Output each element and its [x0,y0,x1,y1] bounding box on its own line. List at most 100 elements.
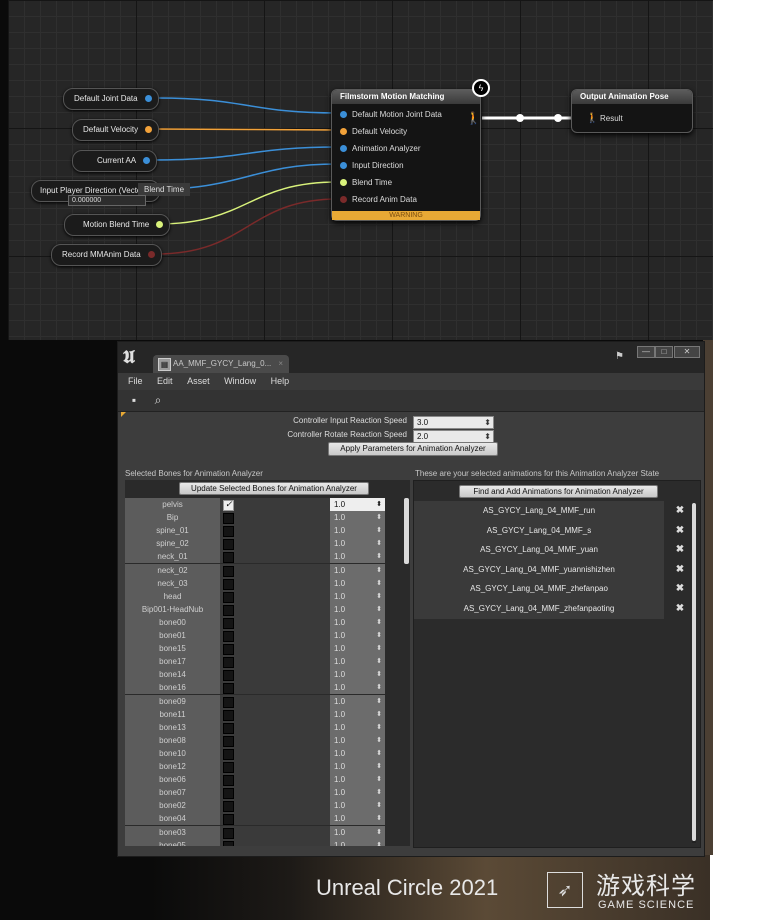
spinner-icon[interactable]: ⬍ [376,773,382,786]
pin-blend-time[interactable]: Blend Time [332,174,480,191]
bone-checkbox[interactable] [223,748,234,760]
output-pin[interactable] [144,95,152,102]
bone-weight-field[interactable]: 1.0 ⬍ [330,681,385,695]
remove-animation-icon[interactable]: ✖ [674,560,686,580]
remove-animation-icon[interactable]: ✖ [674,501,686,521]
bone-row[interactable]: neck_02 1.0 ⬍ [125,563,403,577]
menu-edit[interactable]: Edit [157,376,173,386]
bone-row[interactable]: bone09 1.0 ⬍ [125,694,403,708]
pin-result[interactable]: 🚶 Result [572,110,692,127]
bone-checkbox[interactable] [223,670,234,682]
asset-tab[interactable]: ▦ AA_MMF_GYCY_Lang_0... × [153,355,289,373]
bone-weight-field[interactable]: 1.0 ⬍ [330,707,385,721]
bone-row[interactable]: bone01 1.0 ⬍ [125,629,403,642]
bone-row[interactable]: Bip 1.0 ⬍ [125,511,403,525]
bone-row[interactable]: head 1.0 ⬍ [125,589,403,603]
spinner-icon[interactable]: ⬍ [376,564,382,577]
bone-checkbox[interactable] [223,814,234,826]
bone-row[interactable]: bone06 1.0 ⬍ [125,773,403,787]
window-titlebar[interactable]: 𝖀 ▦ AA_MMF_GYCY_Lang_0... × ⚑ — □ ✕ [118,342,704,373]
pin-input-direction[interactable]: Input Direction [332,157,480,174]
bone-weight-field[interactable]: 1.0 ⬍ [330,537,385,551]
bone-row[interactable]: bone02 1.0 ⬍ [125,799,403,813]
bone-checkbox[interactable] [223,513,234,525]
pin-default-motion-joint-data[interactable]: Default Motion Joint Data [332,106,480,123]
bone-weight-field[interactable]: 1.0 ⬍ [330,615,385,629]
spinner-icon[interactable]: ⬍ [376,537,382,550]
bone-weight-field[interactable]: 1.0 ⬍ [330,746,385,760]
bone-weight-field[interactable]: 1.0 ⬍ [330,498,385,511]
maximize-button[interactable]: □ [655,346,673,358]
bone-row[interactable]: bone10 1.0 ⬍ [125,746,403,760]
bone-row[interactable]: pelvis 1.0 ⬍ [125,498,403,511]
spinner-icon[interactable]: ⬍ [376,708,382,721]
bone-checkbox[interactable] [223,617,234,629]
bone-checkbox[interactable] [223,762,234,773]
spinner-icon[interactable]: ⬍ [376,511,382,524]
bone-row[interactable]: neck_03 1.0 ⬍ [125,576,403,590]
output-pin[interactable] [143,157,151,164]
spinner-icon[interactable]: ⬍ [376,655,382,668]
output-pin[interactable] [147,251,155,258]
bone-row[interactable]: bone13 1.0 ⬍ [125,720,403,734]
bone-checkbox[interactable] [223,604,234,616]
animation-item[interactable]: AS_GYCY_Lang_04_MMF_s [414,520,664,541]
feedback-icon[interactable]: ⚑ [615,351,624,362]
bone-row[interactable]: bone04 1.0 ⬍ [125,812,403,826]
input-pin[interactable] [340,128,347,135]
bone-checkbox[interactable] [223,552,234,564]
spinner-icon[interactable]: ⬍ [376,760,382,773]
input-pin[interactable] [340,162,347,169]
output-pin[interactable] [156,221,164,228]
spinner-icon[interactable]: ⬍ [376,642,382,655]
remove-animation-icon[interactable]: ✖ [674,579,686,599]
bone-checkbox[interactable] [223,591,234,603]
browse-icon[interactable]: ⌕ [150,392,166,408]
bone-checkbox[interactable] [223,775,234,787]
bone-weight-field[interactable]: 1.0 ⬍ [330,602,385,616]
spinner-icon[interactable]: ⬍ [376,603,382,616]
var-current-aa[interactable]: Current AA [72,150,158,172]
spinner-icon[interactable]: ⬍ [376,577,382,590]
remove-animation-icon[interactable]: ✖ [674,521,686,541]
bone-weight-field[interactable]: 1.0 ⬍ [330,589,385,603]
bone-checkbox[interactable] [223,788,234,800]
bone-checkbox[interactable] [223,565,234,577]
bone-checkbox[interactable] [223,827,234,839]
pose-input-icon[interactable]: 🚶 [586,110,598,127]
bone-checkbox[interactable] [223,722,234,734]
bone-weight-field[interactable]: 1.0 ⬍ [330,799,385,813]
animation-item[interactable]: AS_GYCY_Lang_04_MMF_yuannishizhen [414,559,664,580]
input-pin[interactable] [340,196,347,203]
animation-item[interactable]: AS_GYCY_Lang_04_MMF_zhefanpaoting [414,599,664,619]
bone-row[interactable]: Bip001-HeadNub 1.0 ⬍ [125,602,403,616]
remove-animation-icon[interactable]: ✖ [674,599,686,619]
spinner-icon[interactable]: ⬍ [376,747,382,760]
input-pin[interactable] [340,145,347,152]
pin-default-velocity[interactable]: Default Velocity [332,123,480,140]
spinner-icon[interactable]: ⬍ [376,629,382,642]
spinner-icon[interactable]: ⬍ [376,550,382,563]
bone-weight-field[interactable]: 1.0 ⬍ [330,812,385,826]
bone-row[interactable]: bone14 1.0 ⬍ [125,668,403,682]
bone-row[interactable]: bone16 1.0 ⬍ [125,681,403,695]
bone-row[interactable]: bone05 1.0 ⬍ [125,838,403,846]
spinner-icon[interactable]: ⬍ [376,681,382,694]
bone-checkbox[interactable] [223,801,234,813]
menu-help[interactable]: Help [271,376,290,386]
bone-row[interactable]: spine_02 1.0 ⬍ [125,537,403,551]
blueprint-graph[interactable]: Default Joint Data Default Velocity Curr… [8,0,713,340]
spinner-icon[interactable]: ⬍ [376,839,382,846]
bone-weight-field[interactable]: 1.0 ⬍ [330,563,385,577]
bone-weight-field[interactable]: 1.0 ⬍ [330,655,385,669]
bone-checkbox[interactable] [223,526,234,538]
minimize-button[interactable]: — [637,346,655,358]
bone-weight-field[interactable]: 1.0 ⬍ [330,576,385,590]
update-bones-button[interactable]: Update Selected Bones for Animation Anal… [179,482,369,495]
spinner-icon[interactable]: ⬍ [376,668,382,681]
bone-weight-field[interactable]: 1.0 ⬍ [330,760,385,773]
spinner-icon[interactable]: ⬍ [376,616,382,629]
spinner-icon[interactable]: ⬍ [376,812,382,825]
output-animation-pose-node[interactable]: Output Animation Pose 🚶 Result [571,89,693,133]
bone-checkbox[interactable] [223,644,234,656]
